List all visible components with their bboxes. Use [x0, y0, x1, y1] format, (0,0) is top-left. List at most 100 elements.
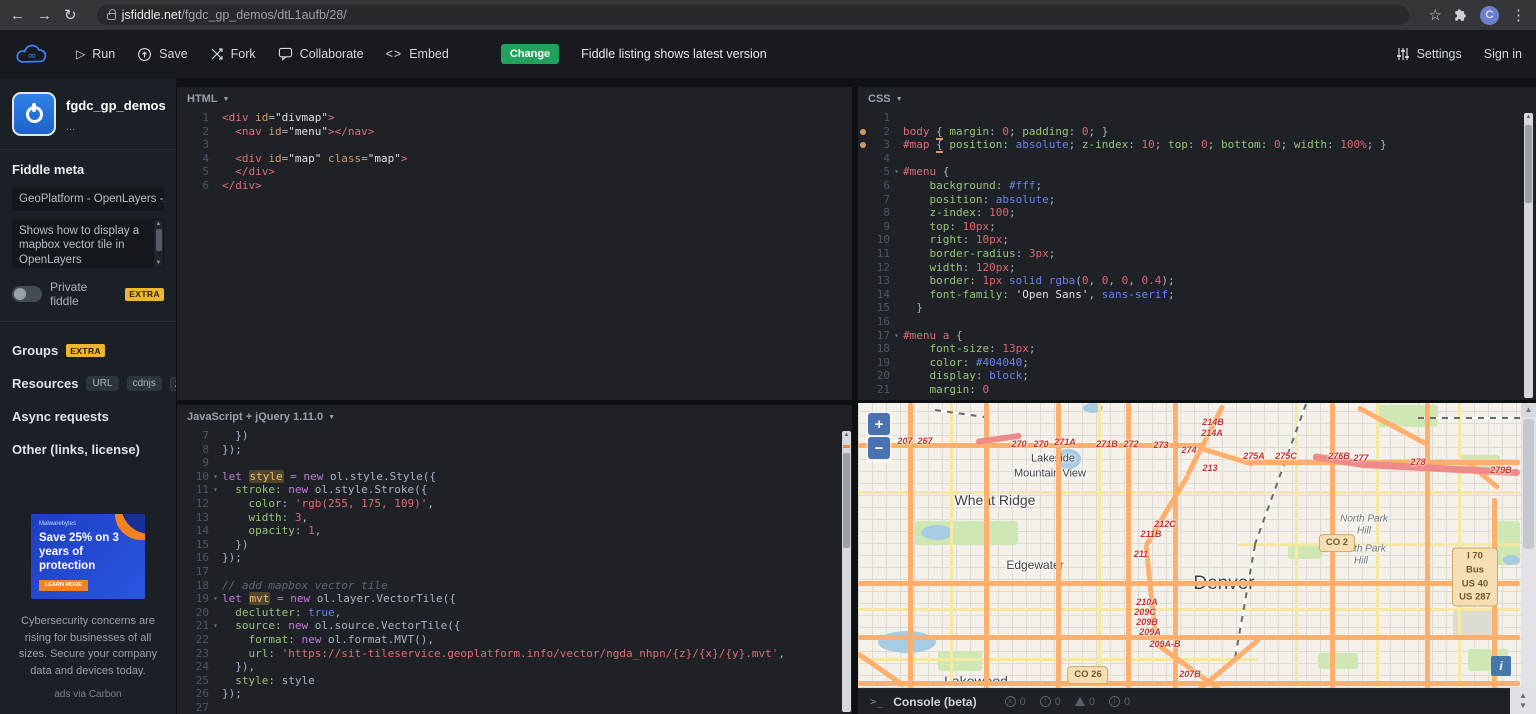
reload-icon[interactable]: ↻: [64, 8, 77, 23]
sign-in-button[interactable]: Sign in: [1484, 47, 1522, 61]
settings-button[interactable]: Settings: [1396, 47, 1462, 61]
map-exit-label: 209C: [1134, 607, 1156, 617]
map-place-label: Mountain View: [1014, 468, 1086, 481]
code-line: 12 color: 'rgb(255, 175, 109)',: [177, 497, 852, 511]
private-fiddle-toggle[interactable]: [12, 286, 42, 302]
forward-icon[interactable]: →: [37, 8, 52, 23]
code-line: 6</div>: [177, 179, 852, 193]
extensions-icon[interactable]: [1454, 8, 1468, 22]
map-road: [1254, 404, 1307, 546]
scroll-corner[interactable]: ▲▼: [1510, 688, 1536, 714]
html-panel-header[interactable]: HTML▼: [177, 87, 852, 111]
resources-count-badge: 2: [170, 377, 177, 391]
map-exit-label: 275A: [1243, 451, 1265, 461]
address-bar[interactable]: jsfiddle.net/fgdc_gp_demos/dtL1aufb/28/: [97, 5, 1409, 25]
code-line: 9: [177, 456, 852, 470]
code-line: 15 }): [177, 538, 852, 552]
sidebar-item-async-requests[interactable]: Async requests: [12, 400, 164, 433]
chevron-down-icon: ▼: [328, 414, 335, 421]
ad-cta-button[interactable]: LEARN MORE: [39, 580, 88, 591]
code-line: 4 <div id="map" class="map">: [177, 152, 852, 166]
fork-button[interactable]: Fork: [210, 47, 256, 61]
console-counter[interactable]: 0: [1075, 696, 1095, 708]
console-bar[interactable]: >_ Console (beta) x0!00i0: [858, 688, 1510, 714]
js-editor-scrollbar[interactable]: ▲: [842, 431, 851, 712]
scroll-thumb[interactable]: [1523, 419, 1534, 549]
zoom-out-button[interactable]: −: [868, 437, 890, 459]
code-line: 19▾let mvt = new ol.layer.VectorTile({: [177, 592, 852, 606]
map-exit-label: 209A-B: [1149, 639, 1180, 649]
username[interactable]: fgdc_gp_demos: [66, 92, 166, 113]
profile-avatar[interactable]: C: [1480, 6, 1499, 25]
map-place-label: Wheat Ridge: [955, 492, 1036, 508]
change-button[interactable]: Change: [501, 44, 559, 64]
code-line: 1<div id="divmap">: [177, 111, 852, 125]
map-route-shield: CO 26: [1067, 666, 1108, 684]
fiddle-description-input[interactable]: Shows how to display a mapbox vector til…: [12, 219, 164, 268]
code-line: 16});: [177, 551, 852, 565]
console-counter[interactable]: i0: [1109, 696, 1130, 708]
js-panel-header[interactable]: JavaScript + jQuery 1.11.0▼: [177, 405, 852, 429]
bookmark-star-icon[interactable]: ☆: [1429, 8, 1442, 23]
jsfiddle-logo-icon[interactable]: ∞: [14, 41, 50, 67]
code-line: 3#map { position: absolute; z-index: 10;…: [858, 138, 1536, 152]
css-panel-header[interactable]: CSS▼: [858, 87, 1536, 111]
menu-kebab-icon[interactable]: ⋮: [1511, 8, 1526, 23]
code-line: 10 right: 10px;: [858, 233, 1536, 247]
zoom-in-button[interactable]: +: [868, 413, 890, 435]
ad-text[interactable]: Cybersecurity concerns are rising for bu…: [12, 613, 164, 679]
user-avatar[interactable]: [12, 92, 56, 136]
map[interactable]: + − i LakesideMountain ViewWheat RidgeEd…: [858, 403, 1521, 688]
css-editor-scrollbar[interactable]: ▲: [1524, 113, 1533, 398]
map-water: [921, 525, 953, 540]
map-zoom-control: + −: [866, 411, 892, 463]
resource-chip-url[interactable]: URL: [86, 376, 118, 391]
code-line: 20 display: block;: [858, 369, 1536, 383]
textarea-scrollbar[interactable]: ▲▼: [154, 220, 163, 267]
fiddle-meta-heading: Fiddle meta: [12, 162, 164, 177]
html-editor[interactable]: 1<div id="divmap">2 <nav id="menu"></nav…: [177, 111, 852, 400]
code-line: 5 </div>: [177, 165, 852, 179]
private-fiddle-label: Private fiddle: [50, 280, 117, 308]
console-counter[interactable]: x0: [1005, 696, 1026, 708]
css-panel: CSS▼ 12body { margin: 0; padding: 0; }3#…: [858, 87, 1536, 400]
scroll-up-arrow[interactable]: ▲: [1521, 403, 1536, 417]
map-park: [938, 651, 982, 671]
ads-via-carbon[interactable]: ads via Carbon: [12, 689, 164, 700]
code-line: 21▾ source: new ol.source.VectorTile({: [177, 619, 852, 633]
run-icon: ▷: [76, 47, 85, 61]
code-line: 11 border-radius: 3px;: [858, 247, 1536, 261]
console-counter[interactable]: !0: [1040, 696, 1061, 708]
embed-button[interactable]: <>Embed: [386, 47, 449, 61]
map-exit-label: 270: [1011, 439, 1026, 449]
code-line: 27: [177, 701, 852, 714]
resource-chip-cdnjs[interactable]: cdnjs: [127, 376, 162, 391]
back-icon[interactable]: ←: [10, 8, 25, 23]
code-line: 4: [858, 152, 1536, 166]
map-water: [1503, 555, 1520, 565]
extra-badge: EXTRA: [66, 344, 105, 357]
run-button[interactable]: ▷Run: [76, 47, 115, 61]
js-editor[interactable]: 7 })8});910▾let style = new ol.style.Sty…: [177, 429, 852, 714]
attribution-button[interactable]: i: [1491, 656, 1511, 676]
collaborate-button[interactable]: Collaborate: [278, 47, 364, 61]
result-scrollbar[interactable]: ▲: [1521, 403, 1536, 688]
map-exit-label: 278: [1410, 457, 1425, 467]
fiddle-title-input[interactable]: GeoPlatform - OpenLayers -Ad: [12, 187, 164, 211]
code-line: 26});: [177, 687, 852, 701]
settings-icon: [1396, 47, 1410, 61]
result-panel: + − i LakesideMountain ViewWheat RidgeEd…: [858, 403, 1536, 714]
map-exit-label: 209A: [1139, 627, 1161, 637]
ad-brand: Malwarebytes: [39, 521, 137, 527]
collaborate-icon: [278, 47, 293, 61]
sidebar-item-groups[interactable]: GroupsEXTRA: [12, 334, 164, 367]
sidebar-item-resources[interactable]: Resources URL cdnjs 2: [12, 367, 164, 400]
css-editor[interactable]: 12body { margin: 0; padding: 0; }3#map {…: [858, 111, 1536, 400]
code-line: 14 font-family: 'Open Sans', sans-serif;: [858, 288, 1536, 302]
code-line: 22 format: new ol.format.MVT(),: [177, 633, 852, 647]
sidebar-item-other[interactable]: Other (links, license): [12, 433, 164, 466]
save-button[interactable]: Save: [137, 47, 188, 62]
map-exit-label: 267: [917, 436, 932, 446]
map-road: [935, 409, 985, 418]
ad-banner[interactable]: Malwarebytes Save 25% on 3 years of prot…: [31, 514, 145, 599]
